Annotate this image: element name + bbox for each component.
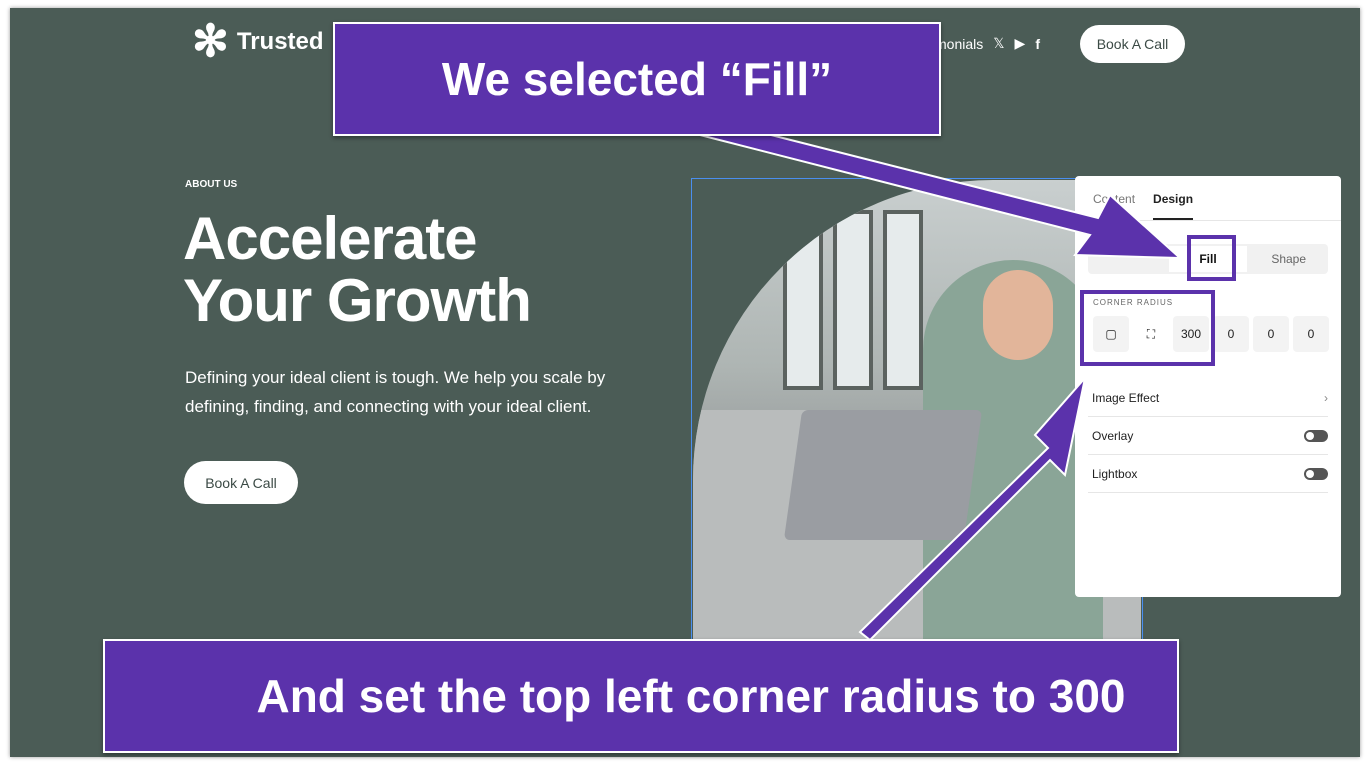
arrow-to-fill <box>698 118 1183 260</box>
annotation-top: We selected “Fill” <box>333 22 941 136</box>
arrow-to-corner-radius <box>858 374 1087 642</box>
annotation-bottom: And set the top left corner radius to 30… <box>103 639 1179 753</box>
